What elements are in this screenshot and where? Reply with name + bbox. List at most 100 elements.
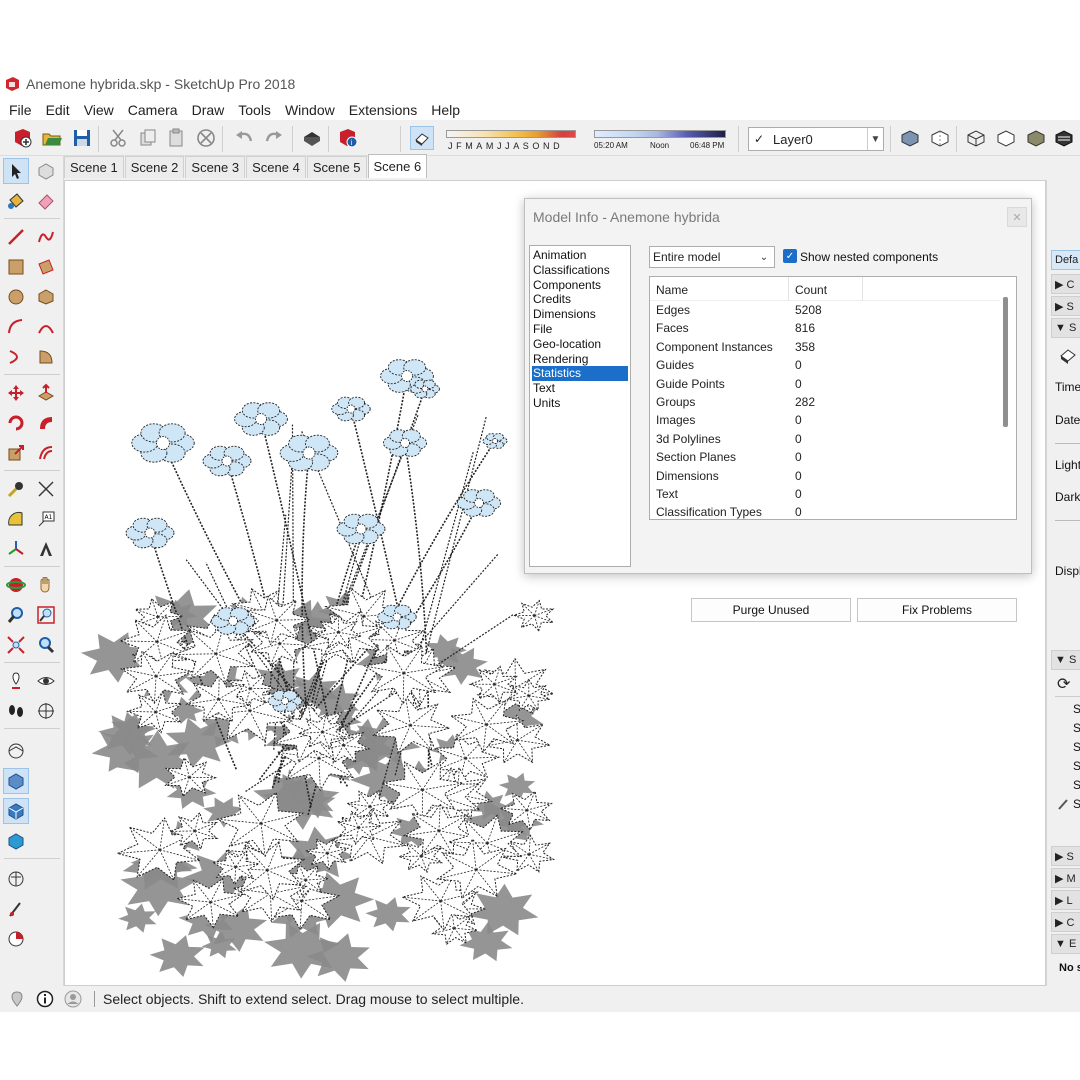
info-icon[interactable]	[34, 988, 56, 1010]
zoom-tool-icon[interactable]	[3, 602, 29, 628]
scene-list-item[interactable]: S	[1073, 797, 1080, 811]
monochrome-style-icon[interactable]	[1052, 126, 1076, 150]
protractor-icon[interactable]	[3, 506, 29, 532]
axes-tool-icon[interactable]	[3, 536, 29, 562]
purge-unused-button[interactable]: Purge Unused	[691, 598, 851, 622]
zoom-window-icon[interactable]	[33, 602, 59, 628]
make-component-icon[interactable]	[33, 158, 59, 184]
category-dimensions[interactable]: Dimensions	[530, 307, 630, 322]
select-tool-icon[interactable]	[3, 158, 29, 184]
refresh-icon[interactable]: ⟳	[1057, 674, 1070, 694]
freehand-tool-icon[interactable]	[33, 224, 59, 250]
move-tool-icon[interactable]	[3, 380, 29, 406]
section-face-icon[interactable]	[3, 828, 29, 854]
tab-scene-4[interactable]: Scene 4	[246, 156, 306, 178]
push-pull-icon[interactable]	[33, 380, 59, 406]
hidden-line-style-icon[interactable]	[994, 126, 1018, 150]
look-around-icon[interactable]	[33, 668, 59, 694]
eraser-icon[interactable]	[33, 188, 59, 214]
tray-panel-shadows[interactable]: ▼ S	[1051, 318, 1080, 338]
pie-tool-icon[interactable]	[33, 344, 59, 370]
tab-scene-2[interactable]: Scene 2	[124, 156, 185, 178]
section-plane-icon[interactable]	[33, 698, 59, 724]
rotated-rectangle-icon[interactable]	[33, 254, 59, 280]
tape-measure-icon[interactable]	[3, 476, 29, 502]
category-file[interactable]: File	[530, 322, 630, 337]
zoom-extents-icon[interactable]	[3, 632, 29, 658]
tray-panel-collapsed-5[interactable]: ▶ L	[1051, 890, 1080, 910]
category-animation[interactable]: Animation	[530, 248, 630, 263]
orbit-tool-icon[interactable]	[3, 572, 29, 598]
previous-view-icon[interactable]	[33, 632, 59, 658]
column-header-count[interactable]: Count	[795, 283, 827, 297]
column-header-name[interactable]: Name	[656, 283, 688, 297]
category-credits[interactable]: Credits	[530, 292, 630, 307]
section-fill-icon[interactable]	[3, 798, 29, 824]
undo-icon[interactable]	[232, 126, 256, 150]
display-section-cuts-icon[interactable]	[3, 768, 29, 794]
close-icon[interactable]: ✕	[1007, 207, 1027, 227]
display-section-planes-icon[interactable]	[3, 738, 29, 764]
new-model-icon[interactable]	[10, 126, 34, 150]
cut-icon[interactable]	[106, 126, 130, 150]
dimension-tool-icon[interactable]	[33, 476, 59, 502]
fix-problems-button[interactable]: Fix Problems	[857, 598, 1017, 622]
scale-tool-icon[interactable]	[3, 440, 29, 466]
shadow-toggle-icon[interactable]	[1057, 344, 1079, 366]
scene-list-item[interactable]: S	[1073, 740, 1080, 754]
tray-panel-collapsed-1[interactable]: ▶ C	[1051, 274, 1080, 294]
follow-me-icon[interactable]	[33, 410, 59, 436]
xray-style-icon[interactable]	[898, 126, 922, 150]
tab-scene-5[interactable]: Scene 5	[306, 156, 367, 178]
tab-scene-3[interactable]: Scene 3	[185, 156, 246, 178]
scope-dropdown[interactable]: Entire model ⌄	[649, 246, 775, 268]
category-rendering[interactable]: Rendering	[530, 352, 630, 367]
menu-tools[interactable]: Tools	[231, 102, 278, 118]
category-units[interactable]: Units	[530, 396, 630, 411]
rectangle-tool-icon[interactable]	[3, 254, 29, 280]
print-icon[interactable]	[300, 126, 324, 150]
save-icon[interactable]	[70, 126, 94, 150]
tray-panel-collapsed-2[interactable]: ▶ S	[1051, 296, 1080, 316]
shadows-toggle-icon[interactable]	[410, 126, 434, 150]
tab-scene-6[interactable]: Scene 6	[367, 154, 428, 178]
tray-panel-collapsed-3[interactable]: ▶ S	[1051, 846, 1080, 866]
category-classifications[interactable]: Classifications	[530, 263, 630, 278]
shaded-style-icon[interactable]	[1024, 126, 1048, 150]
tab-scene-1[interactable]: Scene 1	[64, 156, 124, 178]
scene-list-item[interactable]: S	[1073, 778, 1080, 792]
menu-camera[interactable]: Camera	[121, 102, 185, 118]
position-camera-icon[interactable]	[3, 668, 29, 694]
shadow-time-slider[interactable]: 05:20 AM Noon 06:48 PM	[592, 128, 728, 152]
show-nested-checkbox[interactable]: ✓	[783, 249, 797, 263]
arc-tool-icon[interactable]	[3, 314, 29, 340]
erase-icon[interactable]	[194, 126, 218, 150]
scene-list-item[interactable]: S	[1073, 721, 1080, 735]
menu-file[interactable]: File	[2, 102, 39, 118]
tray-panel-scenes[interactable]: ▼ S	[1051, 650, 1080, 670]
table-scrollbar[interactable]	[1003, 297, 1008, 427]
tray-panel-collapsed-6[interactable]: ▶ C	[1051, 912, 1080, 932]
photo-texture-icon[interactable]	[3, 926, 29, 952]
paste-icon[interactable]	[164, 126, 188, 150]
geo-location-status-icon[interactable]	[6, 988, 28, 1010]
menu-window[interactable]: Window	[278, 102, 342, 118]
three-point-arc-icon[interactable]	[3, 344, 29, 370]
text-tool-icon[interactable]: A1	[33, 506, 59, 532]
scene-list-item[interactable]: S	[1073, 759, 1080, 773]
line-tool-icon[interactable]	[3, 224, 29, 250]
layer-dropdown[interactable]: ✓ Layer0 ▼	[748, 127, 884, 151]
rotate-tool-icon[interactable]	[3, 410, 29, 436]
category-geo-location[interactable]: Geo-location	[530, 337, 630, 352]
paint-bucket-icon[interactable]	[3, 188, 29, 214]
category-components[interactable]: Components	[530, 278, 630, 293]
geo-location-icon[interactable]	[3, 866, 29, 892]
tray-panel-entity[interactable]: ▼ E	[1051, 934, 1080, 954]
back-edges-style-icon[interactable]	[928, 126, 952, 150]
category-text[interactable]: Text	[530, 381, 630, 396]
circle-tool-icon[interactable]	[3, 284, 29, 310]
user-account-icon[interactable]	[62, 988, 84, 1010]
walk-tool-icon[interactable]	[3, 698, 29, 724]
redo-icon[interactable]	[262, 126, 286, 150]
pan-tool-icon[interactable]	[33, 572, 59, 598]
